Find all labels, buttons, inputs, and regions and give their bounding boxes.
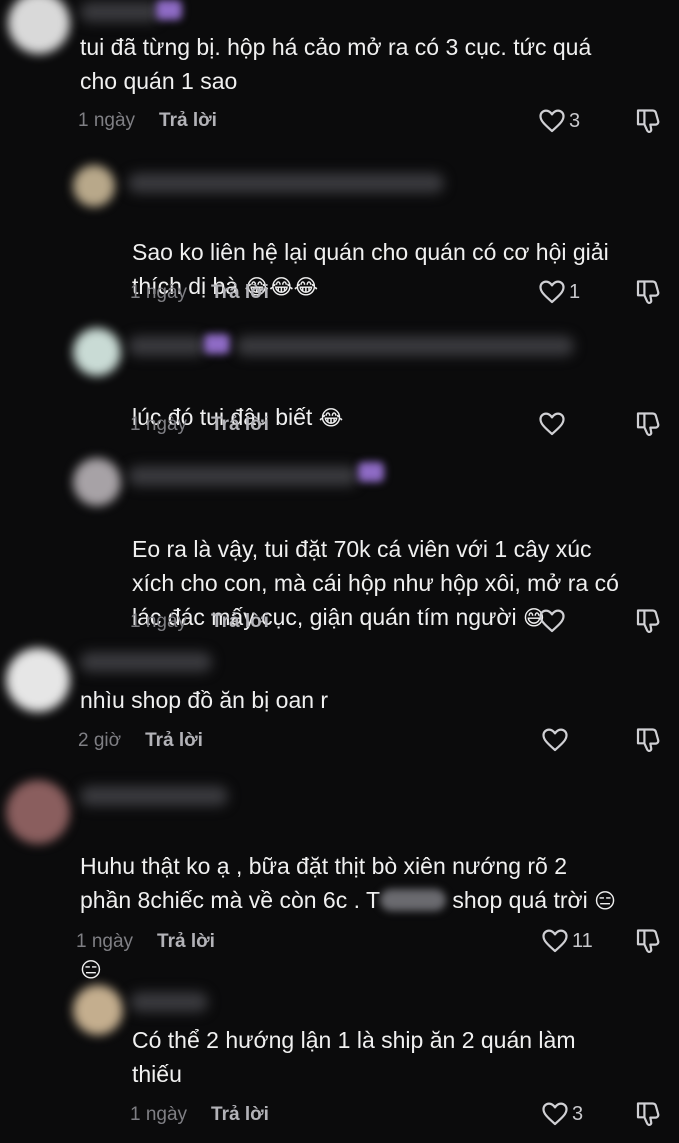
comment-time: 1 ngày (130, 611, 188, 632)
thumbs-down-icon (636, 609, 660, 634)
comment-feed: tui đã từng bị. hộp há cảo mở ra có 3 cụ… (0, 0, 679, 1143)
thumbs-down-icon (636, 280, 660, 305)
like-button[interactable]: 11 (541, 927, 593, 955)
like-count: 11 (572, 929, 593, 952)
comment-meta: 1 ngày Trả lời (130, 280, 269, 306)
like-count: 1 (569, 280, 581, 303)
reply-button[interactable]: Trả lời (159, 110, 217, 131)
username-blurred[interactable] (80, 2, 160, 22)
reply-button[interactable]: Trả lời (211, 611, 269, 632)
dislike-button[interactable] (634, 726, 662, 754)
username-blurred[interactable] (80, 652, 212, 672)
avatar[interactable] (73, 165, 115, 207)
dislike-button[interactable] (634, 278, 662, 306)
username-blurred[interactable] (80, 786, 228, 806)
comment-time: 1 ngày (130, 414, 188, 435)
avatar[interactable] (6, 780, 70, 844)
reply-button[interactable]: Trả lời (157, 931, 215, 952)
heart-icon (542, 728, 568, 752)
censored-word (380, 889, 447, 911)
comment-meta: 1 ngày Trả lời (76, 929, 215, 955)
avatar[interactable] (73, 328, 121, 376)
heart-icon (539, 412, 565, 436)
heart-icon (539, 609, 565, 633)
username-blurred (236, 336, 574, 356)
dislike-button[interactable] (634, 607, 662, 635)
thumbs-down-icon (636, 412, 660, 437)
comment-time: 1 ngày (76, 931, 134, 952)
username-blurred[interactable] (128, 466, 358, 486)
username-tag-blurred (358, 462, 384, 482)
thumbs-down-icon (636, 929, 660, 954)
comment-time: 1 ngày (78, 110, 136, 131)
dislike-button[interactable] (634, 107, 662, 135)
comment-text: Huhu thật ko ạ , bữa đặt thịt bò xiên nư… (80, 815, 616, 987)
avatar[interactable] (6, 648, 70, 712)
comment-time: 1 ngày (130, 282, 188, 303)
comment-text: nhìu shop đồ ăn bị oan r (80, 687, 329, 713)
username-tag-blurred (204, 334, 230, 354)
heart-icon (539, 280, 565, 304)
comment-text-tail: shop quá trời (446, 887, 595, 913)
reply-button[interactable]: Trả lời (211, 414, 269, 435)
comment-meta: 1 ngày Trả lời (130, 1102, 269, 1128)
thumbs-down-icon (636, 1102, 660, 1127)
avatar[interactable] (73, 985, 123, 1035)
thumbs-down-icon (636, 109, 660, 134)
expressionless-emoji: 😑 (80, 958, 102, 982)
like-button[interactable] (538, 607, 569, 635)
heart-icon (542, 929, 568, 953)
like-button[interactable]: 3 (541, 1100, 583, 1128)
heart-icon (539, 109, 565, 133)
comment-text: tui đã từng bị. hộp há cảo mở ra có 3 cụ… (80, 34, 592, 94)
reply-button[interactable]: Trả lời (145, 730, 203, 751)
like-button[interactable] (538, 410, 569, 438)
username-blurred[interactable] (128, 336, 206, 356)
heart-icon (542, 1102, 568, 1126)
dislike-button[interactable] (634, 410, 662, 438)
like-count: 3 (572, 1102, 584, 1125)
like-button[interactable] (541, 726, 572, 754)
dislike-button[interactable] (634, 1100, 662, 1128)
username-tag-blurred (156, 0, 182, 20)
like-button[interactable]: 1 (538, 278, 580, 306)
like-button[interactable]: 3 (538, 107, 580, 135)
username-blurred[interactable] (130, 992, 208, 1012)
avatar[interactable] (8, 0, 70, 54)
comment-time: 2 giờ (78, 730, 122, 751)
reply-button[interactable]: Trả lời (211, 1104, 269, 1125)
comment-time: 1 ngày (130, 1104, 188, 1125)
comment-meta: 1 ngày Trả lời (130, 412, 269, 438)
comment-text: Có thể 2 hướng lận 1 là ship ăn 2 quán l… (132, 1027, 576, 1087)
avatar[interactable] (73, 458, 121, 506)
username-blurred[interactable] (128, 173, 444, 193)
dislike-button[interactable] (634, 927, 662, 955)
reply-button[interactable]: Trả lời (211, 282, 269, 303)
comment-meta: 1 ngày Trả lời (78, 108, 217, 134)
comment-meta: 2 giờ Trả lời (78, 728, 203, 754)
laughing-emoji: 😂 (318, 406, 344, 430)
like-count: 3 (569, 109, 581, 132)
thumbs-down-icon (636, 728, 660, 753)
expressionless-emoji: 😑 (594, 889, 616, 913)
comment-meta: 1 ngày Trả lời (130, 609, 269, 635)
